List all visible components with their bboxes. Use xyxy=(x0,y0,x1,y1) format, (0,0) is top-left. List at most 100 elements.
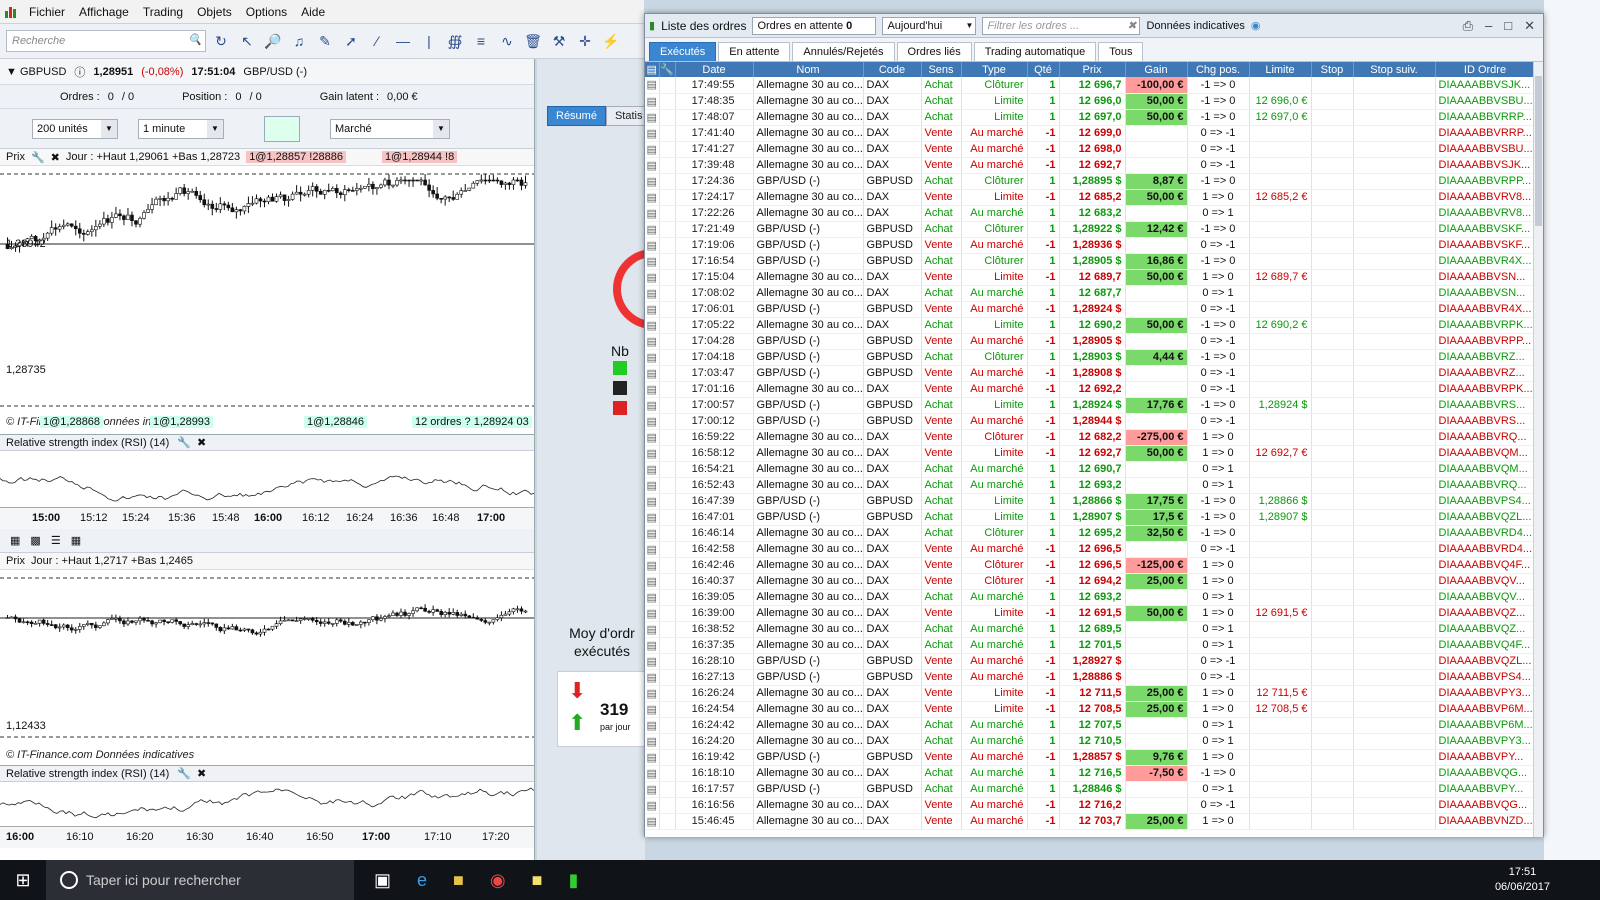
vertical-line-icon[interactable]: | xyxy=(418,30,440,52)
tab-annules[interactable]: Annulés/Rejetés xyxy=(792,42,895,61)
col-limite[interactable]: Limite xyxy=(1249,62,1312,77)
table-row[interactable]: ▤ 16:27:13 GBP/USD (-) GBPUSD Vente Au marché… xyxy=(645,669,1535,686)
table-row[interactable]: ▤ 16:42:46 Allemagne 30 au co... DAX Vente Cl… xyxy=(645,557,1535,574)
table-row[interactable]: ▤ 15:46:45 Allemagne 30 au co... DAX Vente Au… xyxy=(645,813,1535,830)
maximize-icon[interactable]: □ xyxy=(1504,18,1512,34)
close-icon[interactable]: ✖ xyxy=(197,767,206,780)
minimize-icon[interactable]: – xyxy=(1485,18,1492,34)
table-row[interactable]: ▤ 17:06:01 GBP/USD (-) GBPUSD Vente Au marché… xyxy=(645,301,1535,318)
table-row[interactable]: ▤ 16:26:24 Allemagne 30 au co... DAX Vente Li… xyxy=(645,685,1535,702)
table-row[interactable]: ▤ 17:21:49 GBP/USD (-) GBPUSD Achat Clôturer 1… xyxy=(645,221,1535,238)
table-row[interactable]: ▤ 16:46:14 Allemagne 30 au co... DAX Achat Cl… xyxy=(645,525,1535,542)
units-select[interactable]: 200 unités ▼ xyxy=(32,118,118,139)
alert-bell-icon[interactable]: ♫ xyxy=(288,30,310,52)
sticky-notes-icon[interactable]: ■ xyxy=(532,870,543,891)
wave-icon[interactable]: ∿ xyxy=(496,30,518,52)
table-row[interactable]: ▤ 17:04:28 GBP/USD (-) GBPUSD Vente Au marché… xyxy=(645,333,1535,350)
ruler-icon[interactable]: ✎ xyxy=(314,30,336,52)
table-row[interactable]: ▤ 17:24:17 Allemagne 30 au co... DAX Vente Li… xyxy=(645,189,1535,206)
table-row[interactable]: ▤ 16:16:56 Allemagne 30 au co... DAX Vente Au… xyxy=(645,797,1535,814)
table-row[interactable]: ▤ 17:19:06 GBP/USD (-) GBPUSD Vente Au marché… xyxy=(645,237,1535,254)
chart-style-icon[interactable] xyxy=(264,115,300,142)
col-gain[interactable]: Gain xyxy=(1125,62,1188,77)
menu-affichage[interactable]: Affichage xyxy=(72,5,136,19)
strike-icon[interactable]: ⚡ xyxy=(600,30,622,52)
print-icon[interactable]: ⎙ xyxy=(1463,18,1473,34)
table-row[interactable]: ▤ 16:18:10 Allemagne 30 au co... DAX Achat Au… xyxy=(645,765,1535,782)
tab-trading-auto[interactable]: Trading automatique xyxy=(973,42,1097,61)
trendline-icon[interactable]: ∕ xyxy=(366,30,388,52)
vertical-scrollbar[interactable] xyxy=(1533,62,1543,837)
table-row[interactable]: ▤ 16:19:42 GBP/USD (-) GBPUSD Vente Au marché… xyxy=(645,749,1535,766)
table-row[interactable]: ▤ 17:00:12 GBP/USD (-) GBPUSD Vente Au marché… xyxy=(645,413,1535,430)
col-code[interactable]: Code xyxy=(863,62,922,77)
table-row[interactable]: ▤ 16:54:21 Allemagne 30 au co... DAX Achat Au… xyxy=(645,461,1535,478)
col-chg-pos[interactable]: Chg pos. xyxy=(1187,62,1250,77)
chart1-order-tag[interactable]: 1@1,28857 !28886 xyxy=(246,151,346,163)
tab-resume[interactable]: Résumé xyxy=(547,106,606,126)
table-row[interactable]: ▤ 16:39:00 Allemagne 30 au co... DAX Vente Li… xyxy=(645,605,1535,622)
menu-fichier[interactable]: Fichier xyxy=(22,5,72,19)
col-qte[interactable]: Qté xyxy=(1027,62,1060,77)
table-row[interactable]: ▤ 16:59:22 Allemagne 30 au co... DAX Vente Cl… xyxy=(645,429,1535,446)
close-icon[interactable]: ✕ xyxy=(1524,18,1535,34)
line-tool-icon[interactable]: ➚ xyxy=(340,30,362,52)
date-select[interactable]: Aujourd'hui ▼ xyxy=(882,16,977,35)
explorer-icon[interactable]: ■ xyxy=(453,870,464,891)
table-row[interactable]: ▤ 17:05:22 Allemagne 30 au co... DAX Achat Li… xyxy=(645,317,1535,334)
scrollbar-thumb[interactable] xyxy=(1535,76,1542,226)
table-row[interactable]: ▤ 17:04:18 GBP/USD (-) GBPUSD Achat Clôturer 1… xyxy=(645,349,1535,366)
col-prix[interactable]: Prix xyxy=(1059,62,1126,77)
table-row[interactable]: ▤ 16:47:39 GBP/USD (-) GBPUSD Achat Limite 1 1,… xyxy=(645,493,1535,510)
table-row[interactable]: ▤ 16:52:43 Allemagne 30 au co... DAX Achat Au… xyxy=(645,477,1535,494)
info-bubble-icon[interactable]: ◉ xyxy=(1251,19,1261,32)
table-row[interactable]: ▤ 16:40:37 Allemagne 30 au co... DAX Vente Cl… xyxy=(645,573,1535,590)
order-type-select[interactable]: Marché ▼ xyxy=(330,118,450,139)
header-tool-icon[interactable]: 🔧 xyxy=(659,62,676,77)
table-row[interactable]: ▤ 17:41:40 Allemagne 30 au co... DAX Vente Au… xyxy=(645,125,1535,142)
menu-aide[interactable]: Aide xyxy=(294,5,332,19)
chart-add-icon[interactable]: ▦ xyxy=(10,534,20,547)
table-row[interactable]: ▤ 16:39:05 Allemagne 30 au co... DAX Achat Au… xyxy=(645,589,1535,606)
col-type[interactable]: Type xyxy=(961,62,1028,77)
orders-window[interactable]: ▮ Liste des ordres Ordres en attente 0 A… xyxy=(644,13,1544,837)
menu-options[interactable]: Options xyxy=(239,5,294,19)
header-icon[interactable]: ▤ xyxy=(645,62,660,77)
windows-start-icon[interactable]: ⊞ xyxy=(0,870,46,891)
table-row[interactable]: ▤ 17:48:07 Allemagne 30 au co... DAX Achat Li… xyxy=(645,109,1535,126)
task-view-icon[interactable]: ▣ xyxy=(374,870,391,891)
table-row[interactable]: ▤ 17:00:57 GBP/USD (-) GBPUSD Achat Limite 1 1,… xyxy=(645,397,1535,414)
table-row[interactable]: ▤ 17:24:36 GBP/USD (-) GBPUSD Achat Clôturer 1… xyxy=(645,173,1535,190)
col-stop[interactable]: Stop xyxy=(1311,62,1354,77)
tab-tous[interactable]: Tous xyxy=(1098,42,1144,61)
wrench-icon[interactable]: 🔧 xyxy=(177,436,191,449)
table-row[interactable]: ▤ 17:03:47 GBP/USD (-) GBPUSD Vente Au marché… xyxy=(645,365,1535,382)
clear-icon[interactable]: ✖ xyxy=(1127,19,1136,32)
tab-en-attente[interactable]: En attente xyxy=(718,42,791,61)
col-stop-suiv[interactable]: Stop suiv. xyxy=(1353,62,1436,77)
price-chart-1[interactable]: 1,28942 1,28735 © IT-Finance.com Données… xyxy=(0,166,534,434)
list-icon[interactable]: ☰ xyxy=(51,534,61,547)
tab-ordres-lies[interactable]: Ordres liés xyxy=(896,42,972,61)
prorealtime-icon[interactable]: ▮ xyxy=(569,870,579,891)
wrench-icon[interactable]: 🔧 xyxy=(31,151,45,164)
table-row[interactable]: ▤ 17:08:02 Allemagne 30 au co... DAX Achat Au… xyxy=(645,285,1535,302)
chart1-order-tag[interactable]: 1@1,28944 !8 xyxy=(381,151,458,163)
horizontal-line-icon[interactable]: — xyxy=(392,30,414,52)
indicator-icon[interactable]: ▩ xyxy=(30,534,40,547)
table-row[interactable]: ▤ 17:41:27 Allemagne 30 au co... DAX Vente Au… xyxy=(645,141,1535,158)
table-row[interactable]: ▤ 17:48:35 Allemagne 30 au co... DAX Achat Li… xyxy=(645,93,1535,110)
table-row[interactable]: ▤ 17:49:55 Allemagne 30 au co... DAX Achat Cl… xyxy=(645,77,1535,94)
table-row[interactable]: ▤ 16:24:42 Allemagne 30 au co... DAX Achat Au… xyxy=(645,717,1535,734)
symbol-dropdown[interactable]: ▼ GBPUSD xyxy=(6,66,66,78)
taskbar-search[interactable]: Taper ici pour rechercher xyxy=(46,860,354,900)
cursor-icon[interactable]: ↖ xyxy=(236,30,258,52)
edge-icon[interactable]: e xyxy=(417,870,427,891)
close-icon[interactable]: ✖ xyxy=(51,151,60,164)
table-row[interactable]: ▤ 17:01:16 Allemagne 30 au co... DAX Vente Au… xyxy=(645,381,1535,398)
timeframe-select[interactable]: 1 minute ▼ xyxy=(138,118,224,139)
table-row[interactable]: ▤ 16:58:12 Allemagne 30 au co... DAX Vente Li… xyxy=(645,445,1535,462)
hammer-icon[interactable]: ⚒ xyxy=(548,30,570,52)
search-input[interactable]: Recherche 🔍 xyxy=(6,30,206,52)
table-row[interactable]: ▤ 17:39:48 Allemagne 30 au co... DAX Vente Au… xyxy=(645,157,1535,174)
